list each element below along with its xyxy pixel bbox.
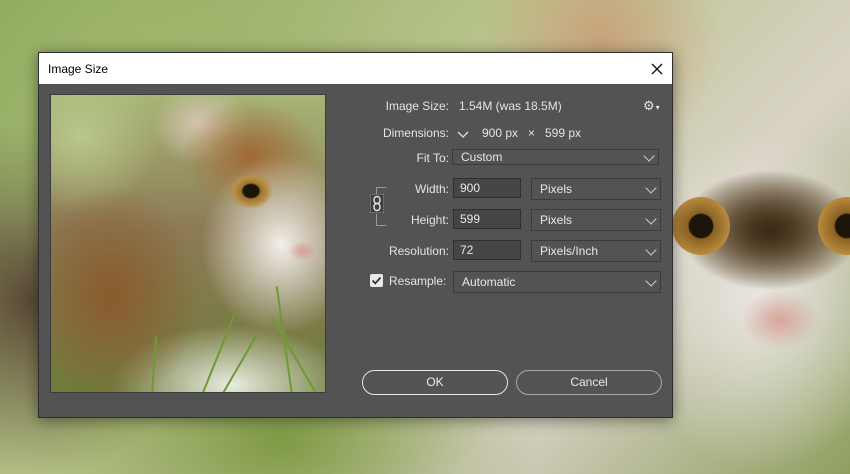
resolution-value: 72 bbox=[460, 243, 474, 257]
fit-to-label: Fit To: bbox=[416, 151, 449, 165]
title-bar: Image Size bbox=[39, 53, 672, 84]
width-value: 900 bbox=[460, 181, 481, 195]
image-preview[interactable] bbox=[50, 94, 326, 393]
dimensions-width: 900 px bbox=[482, 126, 519, 140]
caret-down-icon: ▾ bbox=[655, 103, 660, 112]
constrain-proportions-toggle[interactable] bbox=[369, 193, 385, 214]
gear-icon: ⚙ bbox=[643, 98, 655, 113]
checkmark-icon bbox=[371, 276, 382, 285]
dimensions-height: 599 px bbox=[545, 126, 582, 140]
chevron-down-icon bbox=[643, 150, 655, 162]
close-icon bbox=[651, 63, 662, 74]
fit-to-value: Custom bbox=[461, 150, 503, 164]
chevron-down-icon bbox=[457, 131, 469, 138]
dimensions-dropdown[interactable] bbox=[457, 127, 469, 139]
height-value: 599 bbox=[460, 212, 481, 226]
resolution-input[interactable]: 72 bbox=[453, 240, 521, 260]
chevron-down-icon bbox=[645, 213, 657, 225]
width-input[interactable]: 900 bbox=[453, 178, 521, 198]
fit-to-select[interactable]: Custom bbox=[452, 149, 659, 165]
chevron-down-icon bbox=[645, 244, 657, 256]
height-label: Height: bbox=[410, 213, 449, 227]
settings-menu-button[interactable]: ⚙▾ bbox=[643, 98, 660, 114]
height-unit-value: Pixels bbox=[540, 213, 573, 227]
dialog-title: Image Size bbox=[48, 61, 109, 76]
resample-checkbox[interactable] bbox=[370, 274, 383, 287]
chain-link-icon bbox=[369, 193, 385, 214]
width-unit-value: Pixels bbox=[540, 182, 573, 196]
resolution-label: Resolution: bbox=[388, 244, 449, 258]
background-cat-eye-left bbox=[672, 197, 730, 255]
chevron-down-icon bbox=[645, 275, 657, 287]
close-button[interactable] bbox=[641, 53, 672, 84]
height-input[interactable]: 599 bbox=[453, 209, 521, 229]
chevron-down-icon bbox=[645, 182, 657, 194]
resample-value: Automatic bbox=[462, 275, 516, 289]
height-unit-select[interactable]: Pixels bbox=[531, 209, 661, 231]
resample-select[interactable]: Automatic bbox=[453, 271, 661, 293]
dimensions-times: × bbox=[528, 126, 536, 140]
image-size-dialog: Image Size ⚙▾ Image Size: 1.54M (was 18.… bbox=[38, 52, 673, 418]
dimensions-label: Dimensions: bbox=[382, 126, 449, 140]
cancel-button[interactable]: Cancel bbox=[516, 370, 662, 395]
width-unit-select[interactable]: Pixels bbox=[531, 178, 661, 200]
image-size-label: Image Size: bbox=[385, 99, 449, 113]
ok-button[interactable]: OK bbox=[362, 370, 508, 395]
width-label: Width: bbox=[414, 182, 449, 196]
resample-label: Resample: bbox=[389, 274, 447, 288]
image-size-value: 1.54M (was 18.5M) bbox=[459, 99, 562, 113]
constrain-bracket-bottom bbox=[376, 214, 386, 226]
resolution-unit-select[interactable]: Pixels/Inch bbox=[531, 240, 661, 262]
resolution-unit-value: Pixels/Inch bbox=[540, 244, 599, 258]
